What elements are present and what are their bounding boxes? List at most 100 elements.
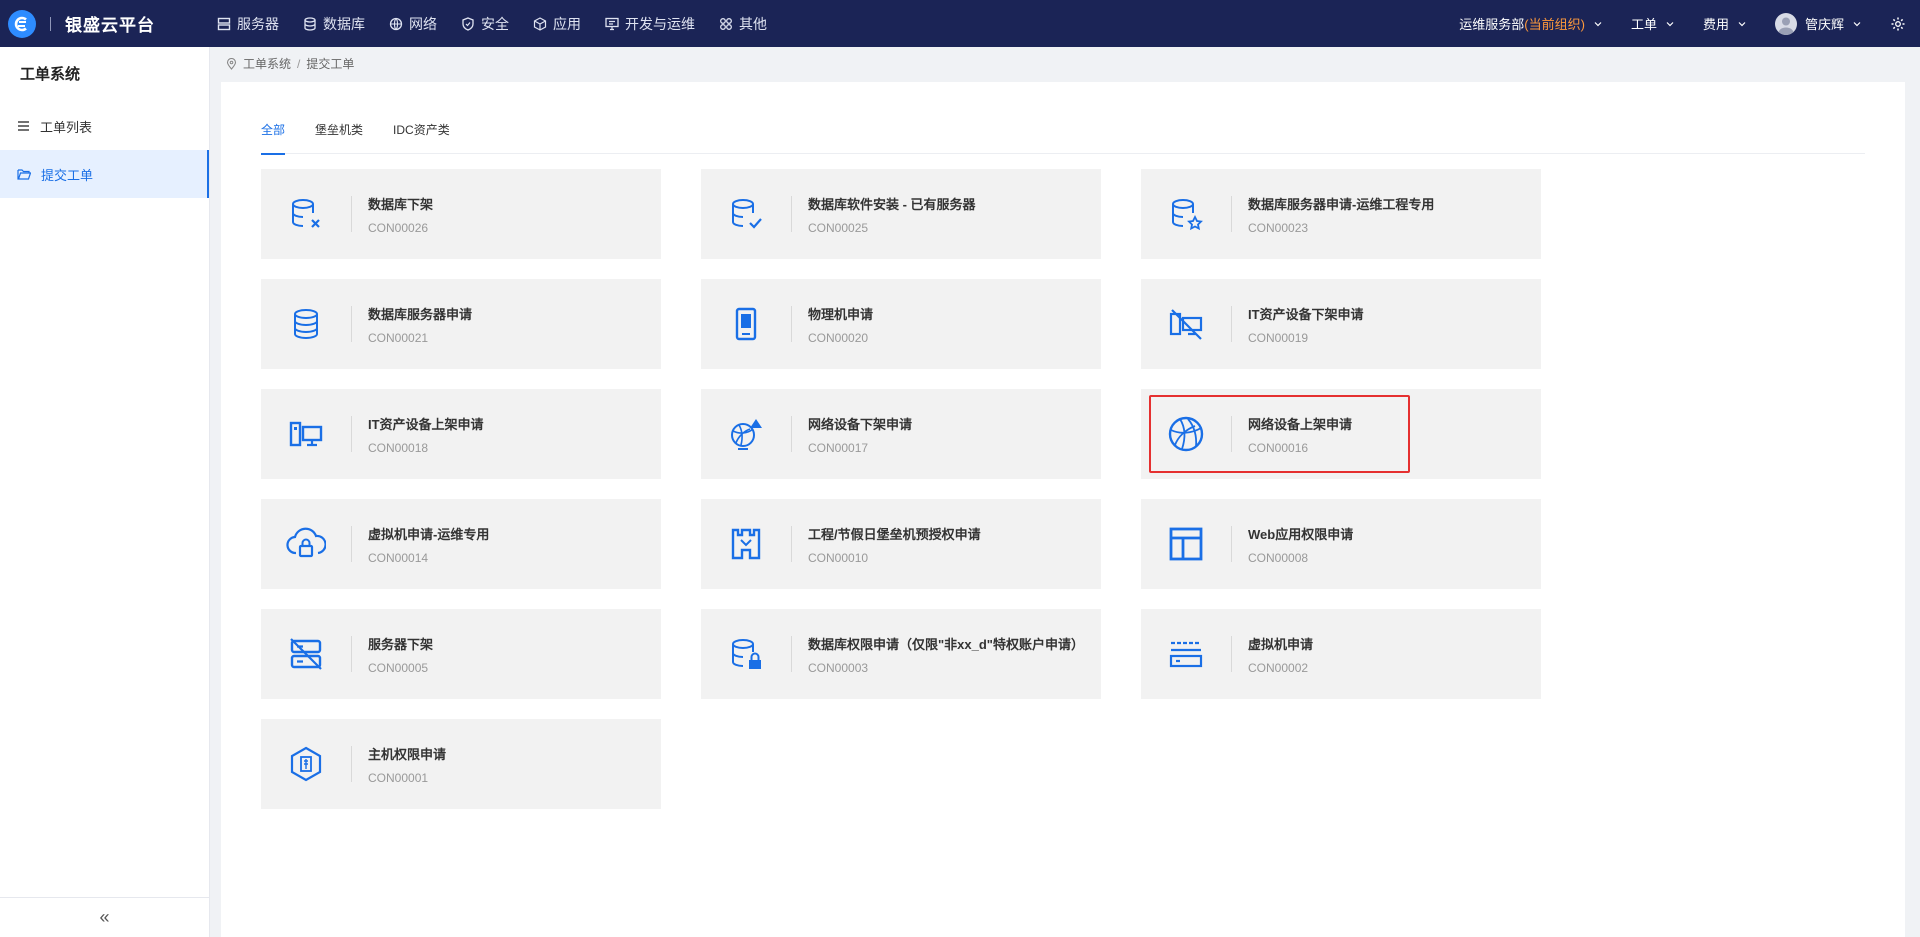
list-icon	[18, 121, 29, 131]
card-text: Web应用权限申请 CON00008	[1248, 524, 1541, 565]
card-divider	[1231, 196, 1232, 232]
sidebar-item-label: 提交工单	[41, 167, 94, 183]
cost-menu[interactable]: 费用	[1689, 0, 1761, 47]
shield-icon	[462, 16, 474, 31]
breadcrumb-root[interactable]: 工单系统	[243, 55, 291, 72]
device-offline-icon	[1141, 306, 1231, 342]
card-divider	[351, 746, 352, 782]
tab-bastion[interactable]: 堡垒机类	[315, 122, 363, 154]
cube-icon	[533, 16, 547, 31]
user-menu[interactable]: 管庆辉	[1761, 0, 1876, 47]
database-icon	[304, 16, 316, 31]
card-text: 数据库软件安装 - 已有服务器 CON00025	[808, 194, 1101, 235]
card-title: 数据库服务器申请	[368, 306, 473, 322]
card-divider	[1231, 416, 1232, 452]
header-right-menu: 运维服务部 (当前组织) 工单 费用 管庆辉	[1445, 0, 1920, 47]
card-title: IT资产设备上架申请	[368, 416, 484, 432]
bastion-icon	[701, 526, 791, 562]
ticket-card[interactable]: 虚拟机申请 CON00002	[1141, 609, 1541, 699]
card-divider	[351, 416, 352, 452]
server-off-icon	[261, 636, 351, 672]
ticket-card[interactable]: 数据库权限申请（仅限"非xx_d"特权账户申请） CON00003	[701, 609, 1101, 699]
avatar	[1774, 12, 1797, 35]
org-switcher[interactable]: 运维服务部 (当前组织)	[1445, 0, 1617, 47]
nav-item-network[interactable]: 网络	[377, 0, 449, 47]
globe-icon	[389, 17, 403, 30]
tab-idc-assets[interactable]: IDC资产类	[393, 122, 450, 154]
card-divider	[351, 306, 352, 342]
ticket-card[interactable]: 工程/节假日堡垒机预授权申请 CON00010	[701, 499, 1101, 589]
settings-button[interactable]	[1876, 0, 1910, 47]
card-code: CON00025	[808, 220, 869, 235]
nav-item-application[interactable]: 应用	[521, 0, 593, 47]
other-icon	[720, 17, 732, 30]
database-check-icon	[701, 196, 791, 232]
layout-icon	[1141, 526, 1231, 562]
database-star-icon	[1141, 196, 1231, 232]
ticket-menu-label: 工单	[1630, 17, 1657, 32]
nav-label: 服务器	[237, 15, 279, 32]
ticket-card[interactable]: 数据库下架 CON00026	[261, 169, 661, 259]
card-divider	[791, 416, 792, 452]
card-divider	[1231, 526, 1232, 562]
card-divider	[351, 636, 352, 672]
sidebar: 工单系统 工单列表 提交工单 «	[0, 47, 210, 937]
breadcrumb-separator: /	[297, 56, 301, 71]
ticket-menu[interactable]: 工单	[1617, 0, 1689, 47]
card-code: CON00008	[1248, 550, 1309, 565]
ticket-card[interactable]: Web应用权限申请 CON00008	[1141, 499, 1541, 589]
nav-label: 安全	[481, 15, 509, 32]
card-title: 数据库服务器申请-运维工程专用	[1248, 196, 1435, 212]
virtual-machine-icon	[1141, 636, 1231, 672]
ticket-template-grid: 数据库下架 CON00026 数据库软件安装 - 已有服务器 CON00025 …	[261, 169, 1541, 809]
card-title: IT资产设备下架申请	[1248, 306, 1364, 322]
chevron-down-icon	[1594, 21, 1602, 26]
ticket-card[interactable]: 虚拟机申请-运维专用 CON00014	[261, 499, 661, 589]
sidebar-collapse-button[interactable]: «	[0, 897, 209, 937]
card-code: CON00014	[368, 550, 429, 565]
logo[interactable]: 银盛云平台	[0, 9, 205, 38]
ticket-card[interactable]: 物理机申请 CON00020	[701, 279, 1101, 369]
ticket-card[interactable]: 网络设备下架申请 CON00017	[701, 389, 1101, 479]
nav-item-server[interactable]: 服务器	[205, 0, 291, 47]
ticket-card[interactable]: 数据库服务器申请 CON00021	[261, 279, 661, 369]
card-divider	[791, 196, 792, 232]
location-icon	[226, 57, 237, 70]
ticket-card[interactable]: 数据库软件安装 - 已有服务器 CON00025	[701, 169, 1101, 259]
tab-all[interactable]: 全部	[261, 122, 286, 155]
ticket-card[interactable]: 服务器下架 CON00005	[261, 609, 661, 699]
card-text: 虚拟机申请 CON00002	[1248, 634, 1541, 675]
card-text: 网络设备上架申请 CON00016	[1248, 414, 1541, 455]
card-code: CON00005	[368, 660, 429, 675]
sidebar-item-ticket-list[interactable]: 工单列表	[0, 102, 209, 150]
card-code: CON00016	[1248, 440, 1309, 455]
card-code: CON00003	[808, 660, 869, 675]
nav-label: 开发与运维	[625, 15, 695, 32]
host-permission-icon	[261, 746, 351, 782]
sidebar-item-label: 工单列表	[40, 119, 93, 135]
card-text: IT资产设备下架申请 CON00019	[1248, 304, 1541, 345]
nav-label: 数据库	[323, 15, 365, 32]
nav-item-security[interactable]: 安全	[449, 0, 521, 47]
main-nav: 服务器 数据库 网络 安全 应用 开发与运维 其他	[205, 0, 779, 47]
cost-menu-label: 费用	[1702, 17, 1729, 32]
ticket-card[interactable]: IT资产设备上架申请 CON00018	[261, 389, 661, 479]
card-text: 网络设备下架申请 CON00017	[808, 414, 1101, 455]
card-text: 数据库服务器申请-运维工程专用 CON00023	[1248, 194, 1541, 235]
card-title: 数据库软件安装 - 已有服务器	[808, 196, 976, 212]
ticket-card[interactable]: 主机权限申请 CON00001	[261, 719, 661, 809]
ticket-card[interactable]: 网络设备上架申请 CON00016	[1141, 389, 1541, 479]
sidebar-item-submit-ticket[interactable]: 提交工单	[0, 150, 209, 198]
ticket-card[interactable]: 数据库服务器申请-运维工程专用 CON00023	[1141, 169, 1541, 259]
physical-machine-icon	[701, 306, 791, 342]
nav-item-database[interactable]: 数据库	[291, 0, 377, 47]
main-panel: 全部 堡垒机类 IDC资产类 数据库下架 CON00026 数据库软件安装 - …	[221, 82, 1905, 937]
ticket-card[interactable]: IT资产设备下架申请 CON00019	[1141, 279, 1541, 369]
org-name: 运维服务部	[1459, 17, 1525, 32]
database-icon	[261, 306, 351, 342]
nav-item-other[interactable]: 其他	[707, 0, 779, 47]
card-title: 数据库下架	[368, 196, 434, 212]
card-code: CON00002	[1248, 660, 1309, 675]
nav-item-devops[interactable]: 开发与运维	[593, 0, 707, 47]
card-text: 数据库权限申请（仅限"非xx_d"特权账户申请） CON00003	[808, 634, 1101, 675]
